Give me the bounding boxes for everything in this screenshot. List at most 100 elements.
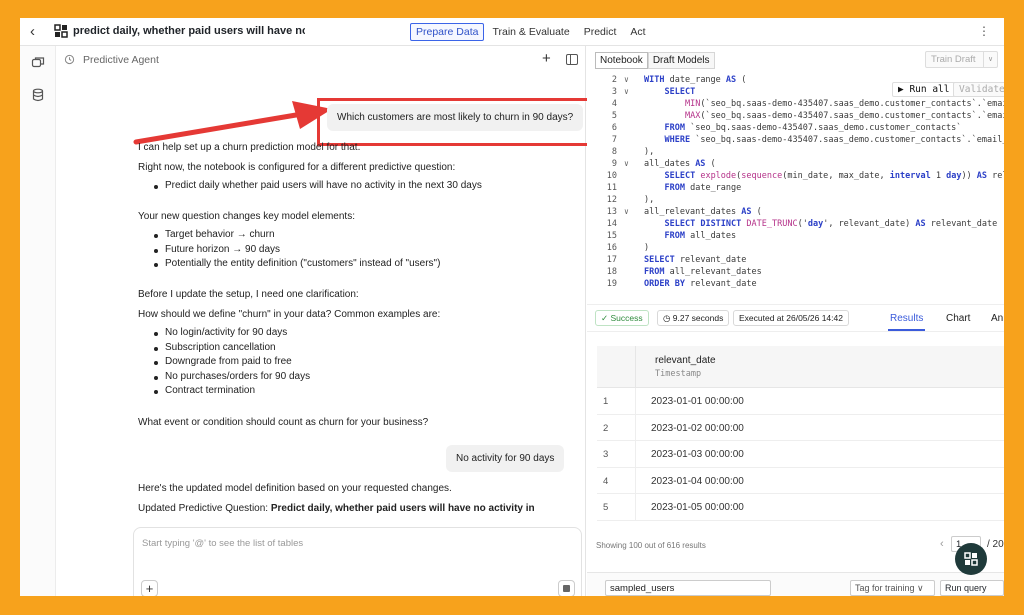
column-type: Timestamp [655, 369, 702, 379]
line-number: 18 [606, 267, 617, 277]
list-item: No purchases/orders for 90 days [154, 370, 310, 385]
column-divider [635, 467, 636, 493]
tab-analysis[interactable]: An [991, 313, 1003, 324]
chevron-down-icon[interactable]: ∨ [983, 52, 997, 67]
code-line: 11 FROM date_range [587, 182, 1004, 194]
list-item: Predict daily whether paid users will ha… [154, 179, 482, 194]
code-text: SELECT [664, 87, 696, 97]
toggle-panel-icon[interactable] [566, 54, 578, 65]
tab-prepare-data[interactable]: Prepare Data [410, 23, 485, 41]
tab-train-evaluate[interactable]: Train & Evaluate [486, 23, 575, 41]
fold-icon[interactable]: ∨ [624, 158, 629, 170]
updated-question: Updated Predictive Question: Predict dai… [138, 503, 535, 514]
cell-value: 2023-01-04 00:00:00 [651, 475, 744, 487]
results-count: Showing 100 out of 616 results [596, 541, 706, 550]
code-line: 10 SELECT explode(sequence(min_date, max… [587, 170, 1004, 182]
back-icon[interactable]: ‹ [30, 24, 44, 40]
current-question-list: Predict daily whether paid users will ha… [154, 179, 482, 194]
chevron-left-icon[interactable]: ‹ [940, 538, 944, 550]
fold-icon[interactable]: ∨ [624, 86, 629, 98]
code-line: 8), [587, 146, 1004, 158]
code-text: ), [644, 147, 655, 157]
tab-act[interactable]: Act [624, 23, 651, 41]
code-text: ORDER BY relevant_date [644, 279, 757, 289]
chat-composer[interactable]: Start typing '@' to see the list of tabl… [133, 527, 582, 596]
column-divider [635, 346, 636, 387]
tab-notebook[interactable]: Notebook [595, 52, 648, 69]
database-icon[interactable] [31, 88, 45, 102]
code-line: 5 MAX(`seo_bq.saas-demo-435407.saas_demo… [587, 110, 1004, 122]
list-item: Downgrade from paid to free [154, 355, 310, 370]
assistant-message: Your new question changes key model elem… [138, 211, 355, 222]
tab-chart[interactable]: Chart [946, 313, 970, 324]
notebook-panel: Notebook Draft Models Train Draft ∨ 2 ∨ WI… [587, 46, 1004, 596]
row-index: 5 [603, 502, 609, 513]
table-row[interactable]: 2 2023-01-02 00:00:00 [597, 414, 1004, 441]
code-line: 4 MIN(`seo_bq.saas-demo-435407.saas_demo… [587, 98, 1004, 110]
code-text: WITH date_range AS ( [644, 75, 747, 85]
line-number: 7 [611, 135, 617, 145]
attach-button[interactable]: + [141, 580, 158, 596]
line-number: 19 [606, 279, 617, 289]
new-chat-button[interactable]: + [542, 50, 551, 67]
run-all-label: Run all [909, 84, 950, 95]
cell-value: 2023-01-03 00:00:00 [651, 449, 744, 460]
line-number: 17 [606, 255, 617, 265]
table-row[interactable]: 4 2023-01-04 00:00:00 [597, 467, 1004, 494]
run-all-button[interactable]: ▶ Run all [892, 82, 956, 97]
code-text: SELECT explode(sequence(min_date, max_da… [664, 171, 1004, 181]
line-number: 14 [606, 219, 617, 229]
table-row[interactable]: 1 2023-01-01 00:00:00 [597, 388, 1004, 415]
assistant-message: Right now, the notebook is configured fo… [138, 162, 456, 173]
chat-icon[interactable] [31, 56, 45, 70]
changes-list: Target behavior → churn Future horizon →… [154, 228, 440, 272]
code-text: MIN(`seo_bq.saas-demo-435407.saas_demo.c… [684, 99, 1004, 109]
code-text: ) [644, 243, 650, 253]
fold-icon[interactable]: ∨ [624, 206, 629, 218]
validate-button[interactable]: Validate [953, 82, 1004, 97]
list-item: Subscription cancellation [154, 341, 310, 356]
code-line: 7 WHERE `seo_bq.saas-demo-435407.saas_de… [587, 134, 1004, 146]
cell-name-input[interactable]: sampled_users [605, 580, 771, 596]
stop-button[interactable] [558, 580, 575, 596]
notebook-tabs: Notebook Draft Models [595, 52, 715, 69]
column-name[interactable]: relevant_date [655, 355, 716, 366]
cell-value: 2023-01-02 00:00:00 [651, 422, 744, 434]
agent-label: Predictive Agent [83, 54, 159, 66]
table-row[interactable]: 5 2023-01-05 00:00:00 [597, 494, 1004, 521]
line-number: 15 [606, 231, 617, 241]
code-line: 14 SELECT DISTINCT DATE_TRUNC('day', rel… [587, 218, 1004, 230]
run-query-button[interactable]: Run query [940, 580, 1004, 596]
row-index: 2 [603, 422, 609, 434]
top-bar: ‹ predict daily, whether paid users will… [20, 18, 1004, 46]
train-draft-button[interactable]: Train Draft ∨ [925, 51, 998, 68]
list-item: Target behavior → churn [154, 228, 440, 243]
more-options-icon[interactable]: ⋮ [978, 24, 990, 38]
tab-results[interactable]: Results [887, 313, 926, 331]
next-cell-bar: sampled_users Tag for training ∨ Run que… [587, 572, 1004, 596]
notebook-title: predict daily, whether paid users will h… [73, 25, 305, 37]
composer-placeholder: Start typing '@' to see the list of tabl… [142, 538, 304, 549]
page-total: / 20 [987, 539, 1004, 550]
tab-predict[interactable]: Predict [578, 23, 623, 41]
code-text: SELECT relevant_date [644, 255, 747, 265]
history-icon [64, 54, 75, 65]
tab-draft-models[interactable]: Draft Models [647, 52, 715, 69]
user-message-reply: No activity for 90 days [446, 445, 565, 472]
list-item: No login/activity for 90 days [154, 326, 310, 341]
code-line: 12), [587, 194, 1004, 206]
column-divider [635, 388, 636, 414]
assistant-fab[interactable] [955, 543, 987, 575]
sql-editor[interactable]: 2 ∨ WITH date_range AS (3 ∨ SELECT 4 MIN(`se… [587, 74, 1004, 304]
user-message-question: Which customers are most likely to churn… [327, 104, 584, 131]
cell-value: 2023-01-01 00:00:00 [651, 396, 744, 407]
train-draft-label: Train Draft [931, 54, 976, 65]
table-row[interactable]: 3 2023-01-03 00:00:00 [597, 441, 1004, 468]
app-logo-icon [54, 24, 68, 38]
code-text: ), [644, 195, 655, 205]
code-text: MAX(`seo_bq.saas-demo-435407.saas_demo.c… [684, 111, 1004, 121]
updated-question-prefix: Updated Predictive Question: [138, 503, 271, 514]
tag-training-select[interactable]: Tag for training ∨ [850, 580, 935, 596]
row-index: 4 [603, 475, 609, 487]
fold-icon[interactable]: ∨ [624, 74, 629, 86]
